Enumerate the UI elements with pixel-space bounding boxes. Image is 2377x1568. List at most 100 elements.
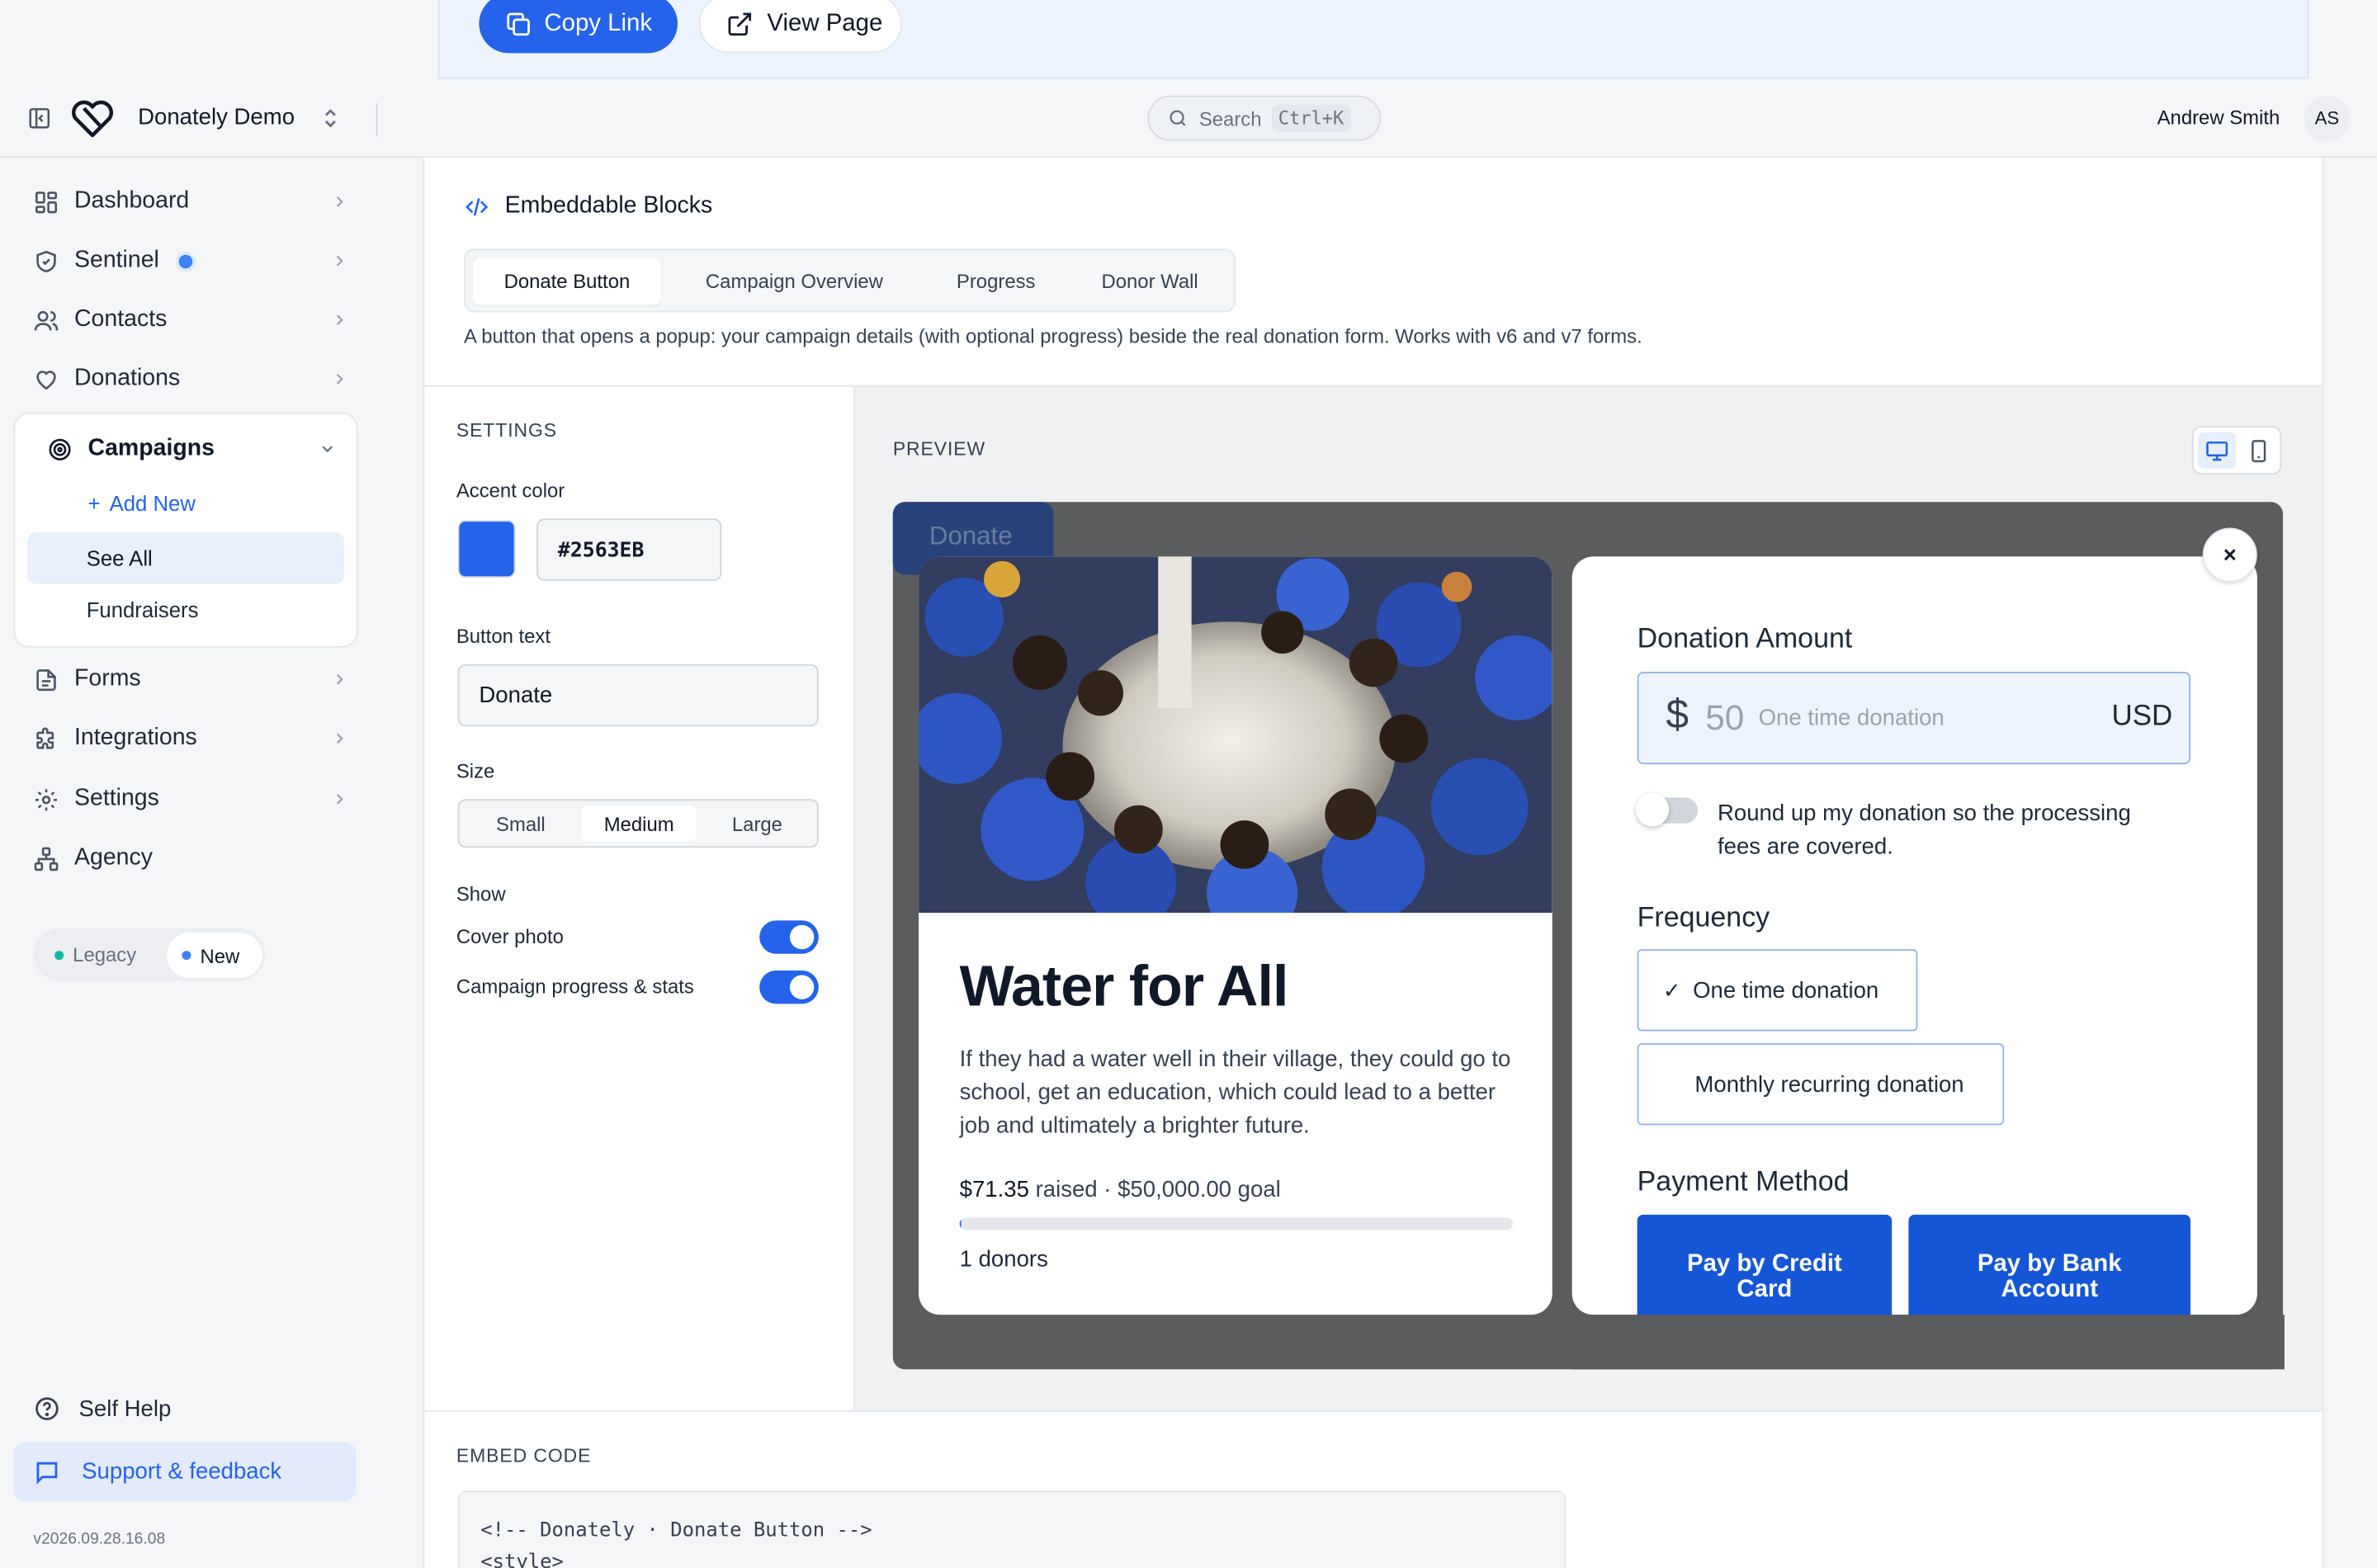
- add-new-campaign-link[interactable]: + Add New: [88, 491, 196, 515]
- see-all-campaigns-link[interactable]: See All: [27, 531, 344, 584]
- sidebar-item-donations[interactable]: Donations: [33, 361, 352, 397]
- size-label: Size: [456, 759, 495, 783]
- currency-symbol: $: [1666, 691, 1689, 738]
- size-small-option[interactable]: Small: [464, 805, 578, 842]
- embed-code-block[interactable]: <!-- Donately · Donate Button --> <style…: [457, 1490, 1567, 1568]
- target-icon: [49, 437, 71, 460]
- org-switcher-icon[interactable]: [321, 107, 339, 129]
- new-dot-icon: [182, 951, 191, 961]
- size-large-option[interactable]: Large: [701, 805, 815, 842]
- close-modal-button[interactable]: ×: [2202, 527, 2257, 583]
- progress-stats-label: Campaign progress & stats: [456, 975, 694, 999]
- backdrop-bottom: [1571, 1315, 2285, 1370]
- user-name[interactable]: Andrew Smith: [2157, 106, 2280, 130]
- sidebar-item-label: Forms: [73, 665, 141, 692]
- code-icon: [465, 197, 489, 215]
- accent-color-label: Accent color: [456, 479, 565, 503]
- button-text-input[interactable]: Donate: [457, 664, 819, 727]
- amount-frequency-note: One time donation: [1758, 705, 1945, 731]
- sidebar-item-contacts[interactable]: Contacts: [33, 302, 352, 338]
- puzzle-icon: [36, 726, 54, 749]
- org-name[interactable]: Donately Demo: [138, 105, 295, 130]
- sidebar-item-settings[interactable]: Settings: [33, 781, 352, 817]
- campaign-progress-bar: [959, 1217, 1514, 1230]
- frequency-heading: Frequency: [1637, 900, 1770, 933]
- progress-stats-toggle[interactable]: [759, 971, 819, 1004]
- roundup-toggle[interactable]: [1635, 793, 1699, 827]
- chevron-right-icon: [336, 314, 343, 326]
- help-circle-icon: [35, 1397, 59, 1420]
- tab-donor-wall[interactable]: Donor Wall: [1072, 257, 1228, 305]
- legacy-dot-icon: [54, 950, 64, 960]
- sidebar-item-forms[interactable]: Forms: [33, 661, 352, 697]
- currency-code: USD: [2111, 700, 2173, 733]
- search-button[interactable]: Search Ctrl+K: [1147, 95, 1382, 141]
- sidebar-item-campaigns[interactable]: Campaigns: [47, 431, 339, 467]
- chevron-right-icon: [336, 196, 343, 207]
- new-label: New: [200, 943, 240, 967]
- new-mode-option[interactable]: New: [167, 933, 262, 979]
- pay-bank-account-button[interactable]: Pay by Bank Account: [1908, 1214, 2191, 1321]
- avatar[interactable]: AS: [2304, 95, 2350, 141]
- chevron-down-icon: [322, 446, 333, 453]
- header-divider: [376, 102, 378, 137]
- view-page-label: View Page: [767, 9, 883, 36]
- tab-campaign-overview[interactable]: Campaign Overview: [672, 257, 918, 305]
- app-version: v2026.09.28.16.08: [33, 1530, 166, 1549]
- campaign-cover-photo: [919, 556, 1552, 914]
- plus-icon: +: [87, 491, 101, 516]
- donation-amount-heading: Donation Amount: [1637, 621, 1853, 654]
- self-help-link[interactable]: Self Help: [33, 1396, 171, 1423]
- check-icon: ✓: [1662, 977, 1681, 1002]
- tab-progress[interactable]: Progress: [928, 257, 1064, 305]
- view-page-button[interactable]: View Page: [698, 0, 902, 54]
- payment-method-heading: Payment Method: [1637, 1164, 1850, 1197]
- sidebar-item-label: Contacts: [73, 306, 168, 333]
- donation-form-card: [1571, 556, 2257, 1315]
- sidebar-item-label: Donations: [73, 365, 181, 392]
- size-medium-option[interactable]: Medium: [582, 805, 697, 842]
- raised-amount: $71.35: [959, 1176, 1029, 1203]
- device-toggle: [2191, 426, 2282, 475]
- copy-icon: [507, 12, 530, 35]
- accent-color-input[interactable]: #2563EB: [536, 518, 722, 581]
- donately-logo-icon: [72, 100, 113, 138]
- users-icon: [34, 309, 59, 330]
- desktop-view-button[interactable]: [2198, 432, 2237, 469]
- tab-donate-button[interactable]: Donate Button: [473, 257, 661, 305]
- search-shortcut: Ctrl+K: [1272, 104, 1350, 132]
- page-title-text: Embeddable Blocks: [504, 192, 713, 219]
- frequency-option-monthly[interactable]: Monthly recurring donation: [1637, 1043, 2005, 1126]
- frequency-option-one-time[interactable]: ✓ One time donation: [1637, 949, 1918, 1032]
- copy-link-button[interactable]: Copy Link: [479, 0, 678, 54]
- mobile-view-button[interactable]: [2239, 432, 2277, 469]
- external-link-icon: [728, 12, 752, 35]
- roundup-text: Round up my donation so the processing f…: [1717, 801, 2131, 860]
- legacy-mode-option[interactable]: Legacy: [54, 943, 136, 966]
- block-type-tabs: Donate Button Campaign Overview Progress…: [464, 248, 1236, 313]
- accent-color-swatch[interactable]: [457, 520, 516, 579]
- button-text-label: Button text: [456, 625, 551, 648]
- chevron-right-icon: [336, 733, 343, 744]
- chevron-right-icon: [336, 255, 343, 267]
- sidebar-item-agency[interactable]: Agency: [33, 840, 352, 876]
- support-feedback-button[interactable]: Support & feedback: [13, 1442, 357, 1502]
- raised-goal-text: raised · $50,000.00 goal: [1035, 1176, 1281, 1203]
- support-label: Support & feedback: [82, 1458, 282, 1485]
- cover-photo-illustration: [919, 556, 1552, 914]
- sidebar-item-label: Agency: [73, 844, 153, 871]
- sidebar-toggle-icon[interactable]: [27, 106, 51, 130]
- sidebar-item-integrations[interactable]: Integrations: [33, 720, 352, 757]
- donor-count: 1 donors: [959, 1246, 1048, 1273]
- sidebar-item-label: Dashboard: [73, 187, 190, 215]
- sidebar-item-label: Settings: [73, 785, 159, 812]
- embed-code-heading: EMBED CODE: [456, 1445, 592, 1466]
- cover-photo-toggle[interactable]: [759, 920, 819, 954]
- desktop-icon: [2206, 441, 2228, 460]
- sidebar-item-sentinel[interactable]: Sentinel: [33, 243, 352, 279]
- sidebar-item-dashboard[interactable]: Dashboard: [33, 183, 352, 220]
- sidebar-item-label: Integrations: [73, 725, 197, 751]
- pay-credit-card-button[interactable]: Pay by Credit Card: [1637, 1214, 1893, 1321]
- section-divider: [424, 1410, 2323, 1412]
- fundraisers-link[interactable]: Fundraisers: [87, 597, 199, 621]
